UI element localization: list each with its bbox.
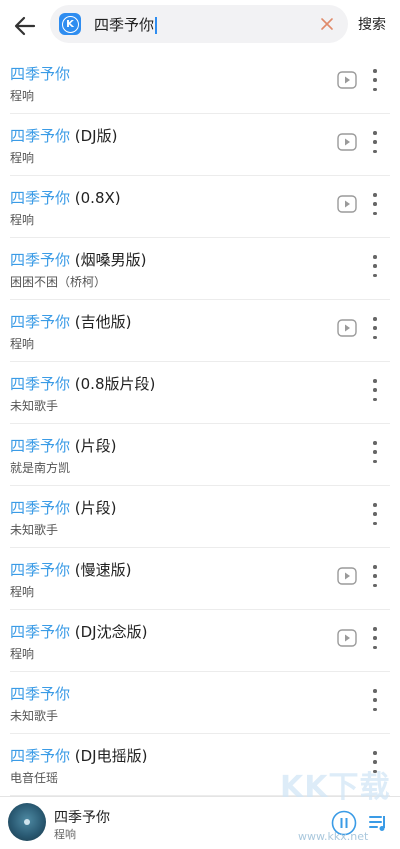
back-button[interactable] — [10, 11, 40, 41]
song-title-suffix: (片段) — [70, 437, 117, 455]
song-title-match: 四季予你 — [10, 65, 71, 83]
song-artist: 就是南方凯 — [10, 461, 71, 475]
more-vertical-icon[interactable] — [372, 689, 378, 711]
more-vertical-icon[interactable] — [372, 193, 378, 215]
mv-play-icon[interactable] — [337, 629, 357, 647]
song-list: 四季予你 程响 四季予你 (DJ版) 程响 四季予你 (0.8X) 程响 四季予你 (烟嗓男… — [0, 52, 400, 796]
more-vertical-icon[interactable] — [372, 317, 378, 339]
song-title-match: 四季予你 — [10, 747, 71, 765]
search-input[interactable]: 四季予你 — [94, 14, 158, 35]
song-title-suffix: (烟嗓男版) — [70, 251, 147, 269]
song-title-suffix: (DJ沈念版) — [70, 623, 148, 641]
more-vertical-icon[interactable] — [372, 565, 378, 587]
song-row[interactable]: 四季予你 (DJ版) 程响 — [10, 114, 390, 176]
search-button[interactable]: 搜索 — [358, 14, 386, 34]
search-bar[interactable]: K 四季予你 — [50, 5, 348, 43]
song-title-match: 四季予你 — [10, 623, 71, 641]
song-title-match: 四季予你 — [10, 251, 71, 269]
song-artist: 程响 — [10, 151, 35, 165]
song-title-suffix: (0.8版片段) — [70, 375, 156, 393]
song-row[interactable]: 四季予你 (片段) 就是南方凯 — [10, 424, 390, 486]
song-row[interactable]: 四季予你 (0.8X) 程响 — [10, 176, 390, 238]
song-title: 四季予你 (0.8版片段) — [10, 373, 155, 394]
top-bar: K 四季予你 搜索 — [0, 0, 400, 52]
song-artist: 程响 — [10, 647, 35, 661]
song-title: 四季予你 (DJ电摇版) — [10, 745, 147, 766]
song-title: 四季予你 (DJ沈念版) — [10, 621, 147, 642]
more-vertical-icon[interactable] — [372, 69, 378, 91]
song-title: 四季予你 (烟嗓男版) — [10, 249, 147, 270]
song-title: 四季予你 — [10, 683, 70, 704]
song-artist: 程响 — [10, 337, 35, 351]
song-title-suffix: (DJ电摇版) — [70, 747, 148, 765]
song-title-match: 四季予你 — [10, 561, 71, 579]
song-title: 四季予你 (片段) — [10, 435, 117, 456]
watermark-url: www.kkx.net — [298, 830, 369, 843]
song-title-suffix: (慢速版) — [70, 561, 132, 579]
more-vertical-icon[interactable] — [372, 503, 378, 525]
song-title-suffix: (吉他版) — [70, 313, 132, 331]
song-title-suffix: (片段) — [70, 499, 117, 517]
song-title-suffix: (DJ版) — [70, 127, 118, 145]
song-artist: 程响 — [10, 213, 35, 227]
song-row[interactable]: 四季予你 (吉他版) 程响 — [10, 300, 390, 362]
more-vertical-icon[interactable] — [372, 441, 378, 463]
song-artist: 未知歌手 — [10, 523, 59, 537]
song-artist: 未知歌手 — [10, 399, 59, 413]
song-title-match: 四季予你 — [10, 375, 71, 393]
song-title: 四季予你 (吉他版) — [10, 311, 132, 332]
song-title: 四季予你 (慢速版) — [10, 559, 132, 580]
kugou-k-icon: K — [59, 13, 81, 35]
song-title: 四季予你 (片段) — [10, 497, 117, 518]
album-cover[interactable] — [8, 803, 46, 841]
mv-play-icon[interactable] — [337, 133, 357, 151]
song-row[interactable]: 四季予你 程响 — [10, 52, 390, 114]
song-artist: 电音任瑶 — [10, 771, 59, 785]
more-vertical-icon[interactable] — [372, 131, 378, 153]
song-row[interactable]: 四季予你 未知歌手 — [10, 672, 390, 734]
close-icon[interactable] — [318, 15, 336, 33]
watermark-logo: KK下载 — [280, 770, 391, 805]
song-title-match: 四季予你 — [10, 499, 71, 517]
mv-play-icon[interactable] — [337, 319, 357, 337]
mv-play-icon[interactable] — [337, 567, 357, 585]
song-artist: 未知歌手 — [10, 709, 59, 723]
more-vertical-icon[interactable] — [372, 255, 378, 277]
song-title-match: 四季予你 — [10, 685, 71, 703]
song-artist: 程响 — [10, 585, 35, 599]
song-row[interactable]: 四季予你 (慢速版) 程响 — [10, 548, 390, 610]
more-vertical-icon[interactable] — [372, 379, 378, 401]
song-artist: 困困不困（桥柯） — [10, 275, 107, 289]
song-title-match: 四季予你 — [10, 313, 71, 331]
song-row[interactable]: 四季予你 (DJ沈念版) 程响 — [10, 610, 390, 672]
arrow-left-icon — [14, 16, 36, 36]
song-title: 四季予你 — [10, 63, 70, 84]
song-row[interactable]: 四季予你 (烟嗓男版) 困困不困（桥柯） — [10, 238, 390, 300]
mv-play-icon[interactable] — [337, 71, 357, 89]
song-title-match: 四季予你 — [10, 437, 71, 455]
mv-play-icon[interactable] — [337, 195, 357, 213]
song-title-match: 四季予你 — [10, 189, 71, 207]
song-artist: 程响 — [10, 89, 35, 103]
more-vertical-icon[interactable] — [372, 627, 378, 649]
playlist-icon[interactable] — [367, 811, 391, 835]
song-title: 四季予你 (DJ版) — [10, 125, 117, 146]
song-title: 四季予你 (0.8X) — [10, 187, 121, 208]
player-title: 四季予你 — [54, 810, 110, 826]
player-artist: 程响 — [54, 828, 76, 841]
song-title-match: 四季予你 — [10, 127, 71, 145]
song-row[interactable]: 四季予你 (0.8版片段) 未知歌手 — [10, 362, 390, 424]
text-caret — [155, 17, 158, 34]
song-row[interactable]: 四季予你 (片段) 未知歌手 — [10, 486, 390, 548]
song-title-suffix: (0.8X) — [70, 189, 121, 207]
